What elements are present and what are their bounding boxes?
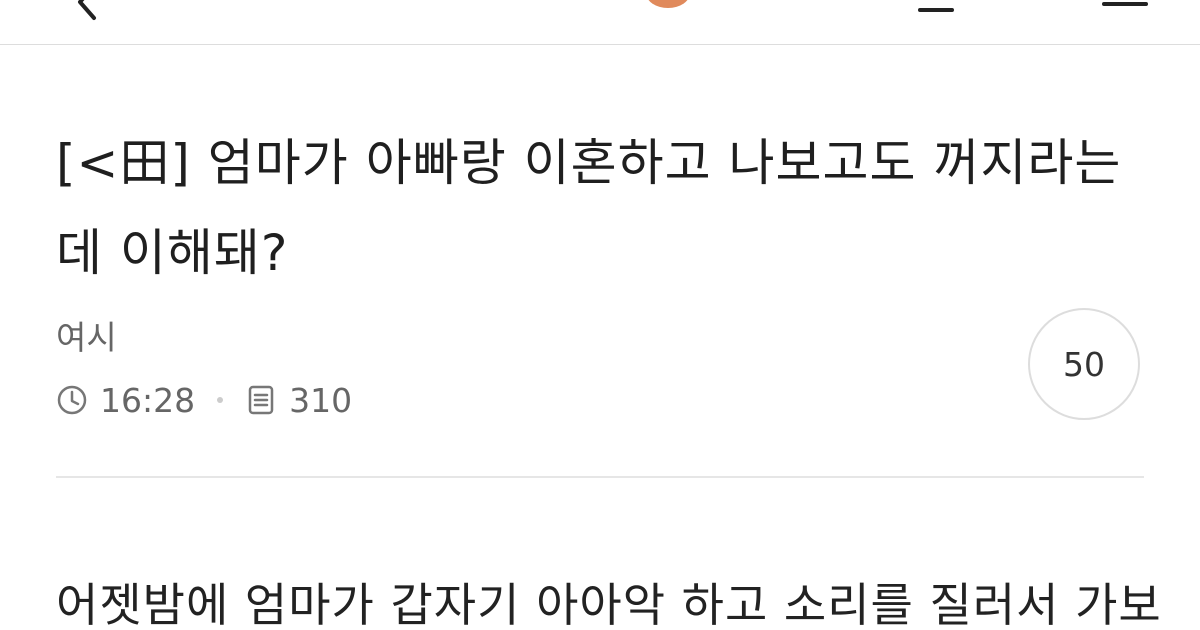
bell-icon (918, 8, 954, 12)
post-title: [<田] 엄마가 아빠랑 이혼하고 나보고도 꺼지라는데 이해돼? (56, 134, 1122, 282)
comment-count: 50 (1063, 344, 1105, 384)
back-button[interactable] (66, 0, 106, 22)
cafe-logo[interactable] (646, 0, 690, 8)
document-icon (245, 384, 277, 416)
post-page: [<田] 엄마가 아빠랑 이혼하고 나보고도 꺼지라는데 이해돼? 여시 16:… (0, 0, 1200, 630)
post-meta: 16:28 310 (56, 378, 352, 422)
notification-button[interactable] (914, 0, 958, 14)
post-body: 어젯밤에 엄마가 갑자기 아아악 하고 소리를 질러서 가보 (56, 578, 1162, 630)
menu-icon (1102, 2, 1148, 6)
author-name[interactable]: 여시 (56, 318, 117, 358)
post-time: 16:28 (100, 380, 196, 420)
menu-button[interactable] (1100, 0, 1150, 10)
divider (56, 476, 1144, 478)
meta-separator (217, 397, 224, 403)
view-count: 310 (289, 380, 353, 420)
comment-count-button[interactable]: 50 (1028, 308, 1140, 420)
back-arrow-icon (78, 0, 96, 20)
top-nav-bar (0, 0, 1200, 45)
clock-icon (56, 384, 88, 416)
